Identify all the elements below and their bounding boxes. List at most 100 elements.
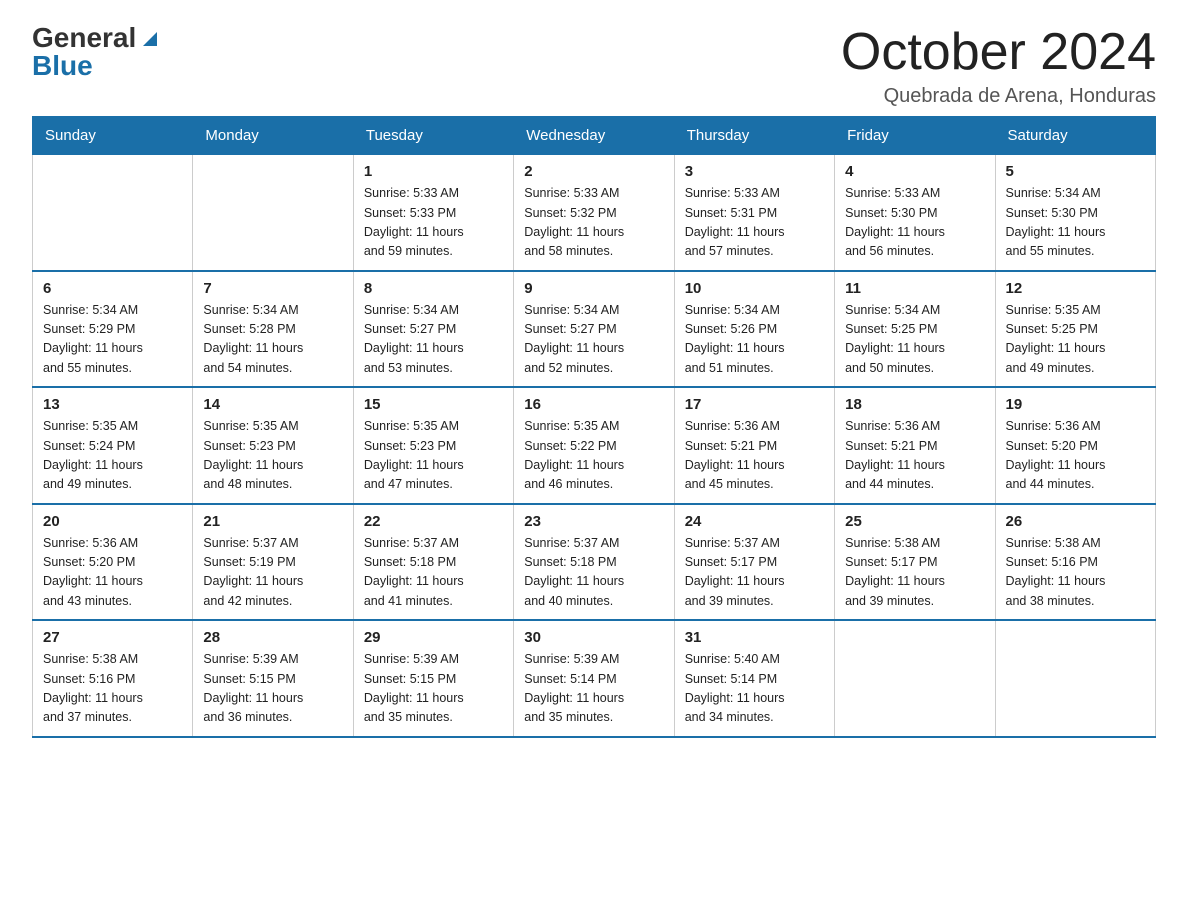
calendar-cell: 21 Sunrise: 5:37 AM Sunset: 5:19 PM Dayli… [193,504,353,621]
weekday-header-sunday: Sunday [33,117,193,155]
day-info: Sunrise: 5:37 AM Sunset: 5:18 PM Dayligh… [524,534,663,612]
calendar-week-row: 20 Sunrise: 5:36 AM Sunset: 5:20 PM Dayli… [33,504,1156,621]
calendar-cell: 18 Sunrise: 5:36 AM Sunset: 5:21 PM Dayli… [835,387,995,504]
weekday-header-friday: Friday [835,117,995,155]
day-info: Sunrise: 5:37 AM Sunset: 5:19 PM Dayligh… [203,534,342,612]
calendar-cell: 5 Sunrise: 5:34 AM Sunset: 5:30 PM Daylig… [995,155,1155,271]
day-number: 2 [524,163,663,180]
day-number: 26 [1006,513,1145,530]
calendar-cell: 31 Sunrise: 5:40 AM Sunset: 5:14 PM Dayli… [674,620,834,737]
calendar-cell [193,155,353,271]
page-header: General Blue October 2024 Quebrada de Ar… [32,24,1156,108]
day-number: 17 [685,396,824,413]
calendar-cell: 2 Sunrise: 5:33 AM Sunset: 5:32 PM Daylig… [514,155,674,271]
calendar-cell: 26 Sunrise: 5:38 AM Sunset: 5:16 PM Dayli… [995,504,1155,621]
day-info: Sunrise: 5:33 AM Sunset: 5:31 PM Dayligh… [685,184,824,262]
calendar-cell: 27Sunrise: 5:38 AM Sunset: 5:16 PM Dayli… [33,620,193,737]
day-number: 9 [524,280,663,297]
day-info: Sunrise: 5:36 AM Sunset: 5:20 PM Dayligh… [1006,417,1145,495]
day-number: 15 [364,396,503,413]
calendar-cell: 30 Sunrise: 5:39 AM Sunset: 5:14 PM Dayli… [514,620,674,737]
calendar-cell: 10 Sunrise: 5:34 AM Sunset: 5:26 PM Dayli… [674,271,834,388]
day-number: 16 [524,396,663,413]
day-number: 21 [203,513,342,530]
calendar-cell: 22Sunrise: 5:37 AM Sunset: 5:18 PM Dayli… [353,504,513,621]
day-info: Sunrise: 5:33 AM Sunset: 5:32 PM Dayligh… [524,184,663,262]
day-info: Sunrise: 5:38 AM Sunset: 5:16 PM Dayligh… [1006,534,1145,612]
day-number: 1 [364,163,503,180]
calendar-cell: 23 Sunrise: 5:37 AM Sunset: 5:18 PM Dayli… [514,504,674,621]
day-number: 4 [845,163,984,180]
day-info: Sunrise: 5:34 AM Sunset: 5:29 PM Dayligh… [43,301,182,379]
day-number: 23 [524,513,663,530]
calendar-cell: 6Sunrise: 5:34 AM Sunset: 5:29 PM Daylig… [33,271,193,388]
day-info: Sunrise: 5:33 AM Sunset: 5:33 PM Dayligh… [364,184,503,262]
calendar-cell: 12 Sunrise: 5:35 AM Sunset: 5:25 PM Dayli… [995,271,1155,388]
logo-triangle-icon [139,28,161,50]
calendar-cell: 16 Sunrise: 5:35 AM Sunset: 5:22 PM Dayli… [514,387,674,504]
day-number: 11 [845,280,984,297]
day-info: Sunrise: 5:36 AM Sunset: 5:20 PM Dayligh… [43,534,182,612]
calendar-cell: 29 Sunrise: 5:39 AM Sunset: 5:15 PM Dayli… [353,620,513,737]
weekday-header-monday: Monday [193,117,353,155]
calendar-week-row: 13 Sunrise: 5:35 AM Sunset: 5:24 PM Dayli… [33,387,1156,504]
calendar-cell: 3 Sunrise: 5:33 AM Sunset: 5:31 PM Daylig… [674,155,834,271]
day-number: 19 [1006,396,1145,413]
day-number: 5 [1006,163,1145,180]
day-info: Sunrise: 5:34 AM Sunset: 5:28 PM Dayligh… [203,301,342,379]
calendar-week-row: 6Sunrise: 5:34 AM Sunset: 5:29 PM Daylig… [33,271,1156,388]
weekday-header-thursday: Thursday [674,117,834,155]
day-info: Sunrise: 5:39 AM Sunset: 5:14 PM Dayligh… [524,650,663,728]
day-number: 29 [364,629,503,646]
calendar-cell: 9 Sunrise: 5:34 AM Sunset: 5:27 PM Daylig… [514,271,674,388]
day-info: Sunrise: 5:34 AM Sunset: 5:27 PM Dayligh… [524,301,663,379]
day-info: Sunrise: 5:34 AM Sunset: 5:30 PM Dayligh… [1006,184,1145,262]
day-info: Sunrise: 5:35 AM Sunset: 5:22 PM Dayligh… [524,417,663,495]
day-number: 20 [43,513,182,530]
calendar-cell: 7 Sunrise: 5:34 AM Sunset: 5:28 PM Daylig… [193,271,353,388]
title-section: October 2024 Quebrada de Arena, Honduras [841,24,1156,108]
day-number: 28 [203,629,342,646]
weekday-header-row: SundayMondayTuesdayWednesdayThursdayFrid… [33,117,1156,155]
day-info: Sunrise: 5:35 AM Sunset: 5:23 PM Dayligh… [203,417,342,495]
day-number: 22 [364,513,503,530]
day-number: 27 [43,629,182,646]
day-number: 3 [685,163,824,180]
calendar-cell: 24 Sunrise: 5:37 AM Sunset: 5:17 PM Dayli… [674,504,834,621]
day-info: Sunrise: 5:34 AM Sunset: 5:26 PM Dayligh… [685,301,824,379]
calendar-cell: 25Sunrise: 5:38 AM Sunset: 5:17 PM Dayli… [835,504,995,621]
day-number: 25 [845,513,984,530]
day-info: Sunrise: 5:39 AM Sunset: 5:15 PM Dayligh… [203,650,342,728]
calendar-cell: 20 Sunrise: 5:36 AM Sunset: 5:20 PM Dayli… [33,504,193,621]
calendar-cell: 17 Sunrise: 5:36 AM Sunset: 5:21 PM Dayli… [674,387,834,504]
day-number: 31 [685,629,824,646]
weekday-header-tuesday: Tuesday [353,117,513,155]
day-number: 8 [364,280,503,297]
day-info: Sunrise: 5:35 AM Sunset: 5:25 PM Dayligh… [1006,301,1145,379]
weekday-header-wednesday: Wednesday [514,117,674,155]
day-info: Sunrise: 5:36 AM Sunset: 5:21 PM Dayligh… [845,417,984,495]
day-info: Sunrise: 5:37 AM Sunset: 5:17 PM Dayligh… [685,534,824,612]
day-info: Sunrise: 5:35 AM Sunset: 5:23 PM Dayligh… [364,417,503,495]
day-info: Sunrise: 5:40 AM Sunset: 5:14 PM Dayligh… [685,650,824,728]
calendar-cell: 15 Sunrise: 5:35 AM Sunset: 5:23 PM Dayli… [353,387,513,504]
day-info: Sunrise: 5:36 AM Sunset: 5:21 PM Dayligh… [685,417,824,495]
day-number: 18 [845,396,984,413]
day-info: Sunrise: 5:35 AM Sunset: 5:24 PM Dayligh… [43,417,182,495]
logo-general-text: General [32,24,136,52]
day-number: 24 [685,513,824,530]
day-number: 13 [43,396,182,413]
day-number: 10 [685,280,824,297]
day-number: 7 [203,280,342,297]
day-number: 14 [203,396,342,413]
weekday-header-saturday: Saturday [995,117,1155,155]
day-number: 30 [524,629,663,646]
day-info: Sunrise: 5:39 AM Sunset: 5:15 PM Dayligh… [364,650,503,728]
location-title: Quebrada de Arena, Honduras [841,85,1156,108]
calendar-cell: 1 Sunrise: 5:33 AM Sunset: 5:33 PM Daylig… [353,155,513,271]
month-title: October 2024 [841,24,1156,81]
calendar-cell: 14 Sunrise: 5:35 AM Sunset: 5:23 PM Dayli… [193,387,353,504]
calendar-week-row: 1 Sunrise: 5:33 AM Sunset: 5:33 PM Daylig… [33,155,1156,271]
day-number: 12 [1006,280,1145,297]
day-info: Sunrise: 5:34 AM Sunset: 5:27 PM Dayligh… [364,301,503,379]
